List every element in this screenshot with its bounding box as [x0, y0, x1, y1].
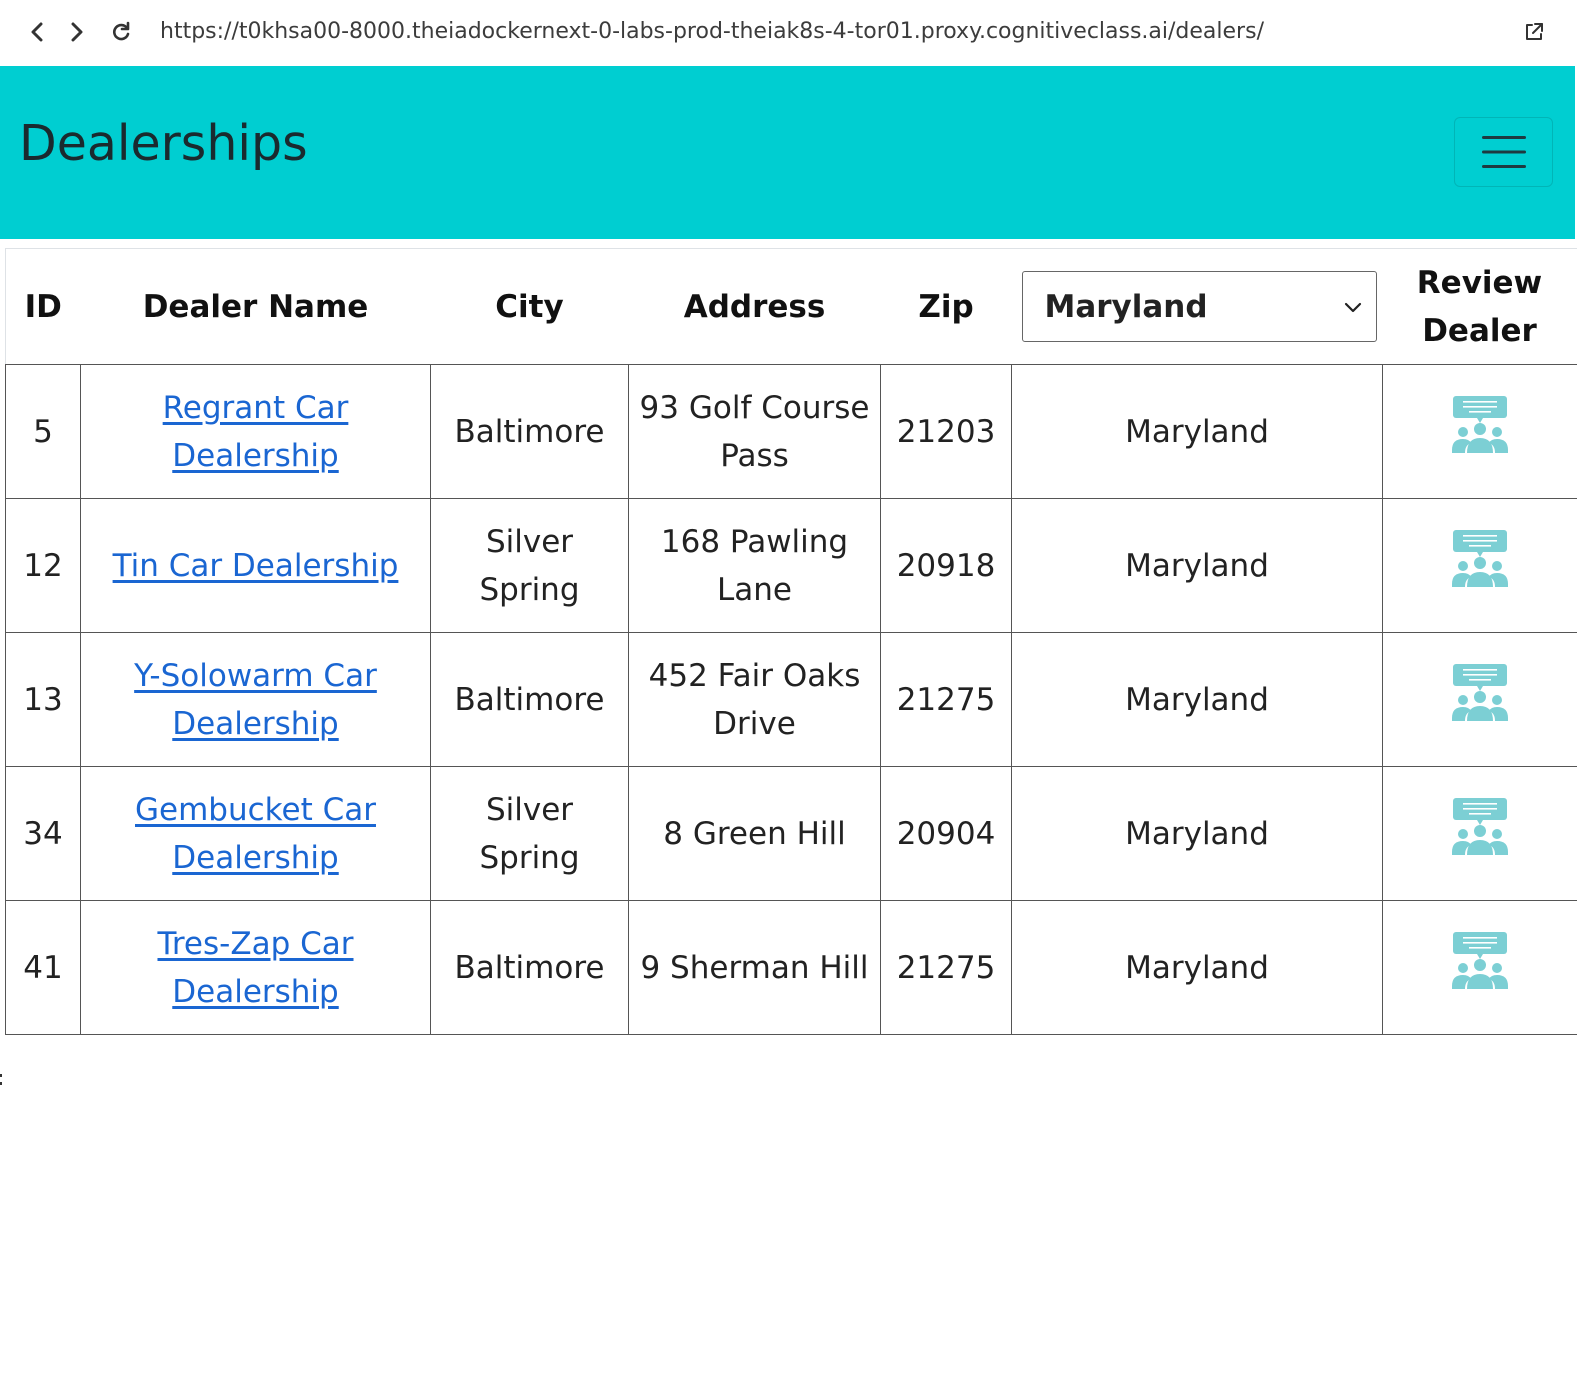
header-zip: Zip: [880, 248, 1012, 365]
table-row: 34 Gembucket Car Dealership Silver Sprin…: [5, 766, 1577, 901]
cell-zip: 21275: [880, 632, 1012, 767]
header-id: ID: [5, 248, 81, 365]
cell-id: 13: [5, 632, 81, 767]
review-group-icon[interactable]: [1451, 931, 1509, 1005]
cell-address: 8 Green Hill: [628, 766, 881, 901]
cell-state: Maryland: [1011, 900, 1383, 1035]
header-dealer-name: Dealer Name: [80, 248, 431, 365]
dealer-link[interactable]: Tin Car Dealership: [113, 548, 399, 584]
forward-icon[interactable]: [62, 17, 92, 47]
cell-address: 9 Sherman Hill: [628, 900, 881, 1035]
cell-zip: 21275: [880, 900, 1012, 1035]
navbar-toggler-button[interactable]: [1454, 117, 1553, 187]
dealers-table: ID Dealer Name City Address Zip Maryland…: [5, 248, 1577, 1035]
cell-city: Silver Spring: [430, 766, 629, 901]
dealers-table-container: ID Dealer Name City Address Zip Maryland…: [5, 248, 1577, 1035]
table-row: 12 Tin Car Dealership Silver Spring 168 …: [5, 498, 1577, 633]
back-icon[interactable]: [22, 17, 52, 47]
cell-address: 93 Golf Course Pass: [628, 364, 881, 499]
cell-zip: 21203: [880, 364, 1012, 499]
cell-zip: 20904: [880, 766, 1012, 901]
cell-state: Maryland: [1011, 632, 1383, 767]
cell-review: [1382, 766, 1577, 901]
cell-city: Baltimore: [430, 364, 629, 499]
cell-zip: 20918: [880, 498, 1012, 633]
cell-state: Maryland: [1011, 364, 1383, 499]
navbar-brand[interactable]: Dealerships: [19, 114, 308, 174]
address-bar[interactable]: https://t0khsa00-8000.theiadockernext-0-…: [160, 17, 1264, 47]
dealer-link[interactable]: Regrant Car Dealership: [163, 390, 349, 474]
header-address: Address: [628, 248, 881, 365]
cell-dealer-name: Tres-Zap Car Dealership: [80, 900, 431, 1035]
cell-review: [1382, 498, 1577, 633]
navbar: Dealerships: [0, 66, 1575, 239]
header-city: City: [430, 248, 629, 365]
cell-dealer-name: Tin Car Dealership: [80, 498, 431, 633]
table-row: 5 Regrant Car Dealership Baltimore 93 Go…: [5, 364, 1577, 499]
cell-review: [1382, 900, 1577, 1035]
cell-address: 452 Fair Oaks Drive: [628, 632, 881, 767]
cell-state: Maryland: [1011, 766, 1383, 901]
table-row: 13 Y-Solowarm Car Dealership Baltimore 4…: [5, 632, 1577, 767]
dealer-link[interactable]: Tres-Zap Car Dealership: [157, 926, 353, 1010]
cell-city: Silver Spring: [430, 498, 629, 633]
table-header-row: ID Dealer Name City Address Zip Maryland…: [5, 248, 1577, 365]
state-filter-value: Maryland: [1044, 288, 1208, 325]
cell-address: 168 Pawling Lane: [628, 498, 881, 633]
cell-review: [1382, 632, 1577, 767]
cell-id: 34: [5, 766, 81, 901]
cell-dealer-name: Regrant Car Dealership: [80, 364, 431, 499]
header-state-filter: Maryland: [1011, 248, 1383, 365]
cell-id: 12: [5, 498, 81, 633]
header-review-line2: Dealer: [1422, 312, 1537, 349]
cell-id: 41: [5, 900, 81, 1035]
review-group-icon[interactable]: [1451, 797, 1509, 871]
cell-state: Maryland: [1011, 498, 1383, 633]
header-review-dealer: Review Dealer: [1382, 248, 1577, 365]
cell-review: [1382, 364, 1577, 499]
cell-dealer-name: Gembucket Car Dealership: [80, 766, 431, 901]
scroll-edge-mark: [0, 1072, 3, 1090]
header-review-line1: Review: [1416, 264, 1543, 301]
reload-icon[interactable]: [106, 17, 136, 47]
chevron-down-icon: [1344, 301, 1376, 313]
cell-dealer-name: Y-Solowarm Car Dealership: [80, 632, 431, 767]
cell-city: Baltimore: [430, 900, 629, 1035]
dealer-link[interactable]: Gembucket Car Dealership: [135, 792, 376, 876]
cell-city: Baltimore: [430, 632, 629, 767]
state-filter-select[interactable]: Maryland: [1021, 271, 1377, 342]
dealer-link[interactable]: Y-Solowarm Car Dealership: [134, 658, 377, 742]
review-group-icon[interactable]: [1451, 663, 1509, 737]
hamburger-icon: [1481, 136, 1526, 168]
open-external-icon[interactable]: [1520, 18, 1548, 46]
table-row: 41 Tres-Zap Car Dealership Baltimore 9 S…: [5, 900, 1577, 1035]
cell-id: 5: [5, 364, 81, 499]
review-group-icon[interactable]: [1451, 529, 1509, 603]
browser-toolbar: https://t0khsa00-8000.theiadockernext-0-…: [0, 0, 1581, 66]
review-group-icon[interactable]: [1451, 395, 1509, 469]
